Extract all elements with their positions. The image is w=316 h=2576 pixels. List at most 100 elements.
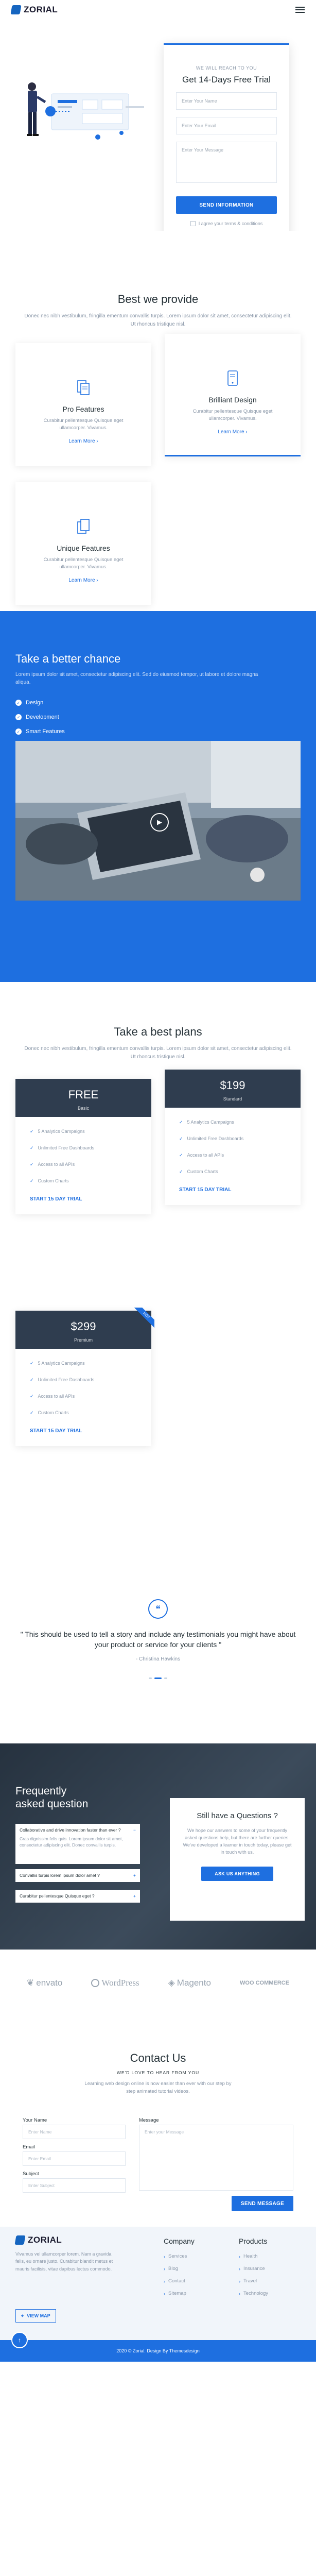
terms-label: I agree your terms & conditions <box>198 221 263 226</box>
trial-title: Get 14-Days Free Trial <box>182 75 271 84</box>
video-thumbnail[interactable]: ▶ <box>15 741 301 901</box>
arrow-up-icon[interactable]: ↑ <box>11 2332 28 2348</box>
plan-feature: ✓ 5 Analytics Campaigns <box>179 1119 234 1125</box>
plan-feature: ✓ Access to all APIs <box>30 1161 75 1167</box>
plan-name: Premium <box>74 1337 93 1343</box>
footer-link[interactable]: › Health <box>239 2253 257 2259</box>
plan-feature: ✓ Unlimited Free Dashboards <box>30 1377 95 1383</box>
check-icon: ✓ <box>30 1145 34 1150</box>
send-information-button[interactable]: SEND INFORMATION <box>176 196 277 214</box>
start-trial-link[interactable]: START 15 DAY TRIAL <box>15 1189 151 1214</box>
check-icon: ✓ <box>15 728 22 735</box>
footer-link[interactable]: › Blog <box>164 2266 178 2272</box>
check-icon: ✓ <box>30 1161 34 1167</box>
learn-more-link[interactable]: Learn More › <box>15 438 151 444</box>
chance-description: Lorem ipsum dolor sit amet, consectetur … <box>15 672 258 685</box>
faq-title: Frequently asked question <box>15 1785 89 1810</box>
plan-price: $299 <box>71 1320 96 1333</box>
features-description: Donec nec nibh vestibulum, fringilla eme… <box>24 313 292 327</box>
brand-magento: ◈ Magento <box>168 1978 211 1988</box>
brand-envato: ❦ envato <box>27 1978 63 1988</box>
feature-name: Brilliant Design <box>208 396 257 404</box>
plan-feature: ✓ Access to all APIs <box>179 1152 224 1158</box>
magento-icon: ◈ <box>168 1978 175 1988</box>
footer-link[interactable]: › Travel <box>239 2278 257 2284</box>
plan-header: $199 Standard <box>165 1070 301 1108</box>
plus-icon: + <box>133 1873 136 1878</box>
copy-icon <box>73 516 94 537</box>
minus-icon: − <box>133 1827 136 1833</box>
faq-section: Frequently asked question Collaborative … <box>0 1743 316 1950</box>
brand-logos: ❦ envato WordPress ◈ Magento WOO COMMERCE <box>0 1950 316 2016</box>
name-field[interactable]: Enter Your Name <box>176 92 277 110</box>
check-icon: ✓ <box>15 714 22 720</box>
play-icon[interactable]: ▶ <box>150 813 169 832</box>
faq-item[interactable]: Convallis turpis lorem ipsum dolor amet … <box>15 1869 140 1883</box>
plan-card-basic: FREE Basic ✓ 5 Analytics Campaigns ✓ Unlim… <box>15 1079 151 1214</box>
plan-feature: ✓ Unlimited Free Dashboards <box>30 1145 95 1151</box>
check-icon: ✓ <box>179 1119 183 1125</box>
footer-logo[interactable]: ZORIAL <box>14 2235 62 2245</box>
faq-item[interactable]: Curabitur pellentesque Quisque eget ? + <box>15 1890 140 1903</box>
chance-list: ✓ Design ✓ Development ✓ Smart Features <box>15 700 301 735</box>
better-chance-section: Take a better chance Lorem ipsum dolor s… <box>0 611 316 982</box>
copyright-text: 2020 © Zorial. Design By Themesdesign <box>116 2348 200 2353</box>
footer-about: Vivamus vel ullamcorper lorem. Nam a gra… <box>15 2251 113 2272</box>
wordpress-icon <box>91 1979 100 1987</box>
message-field[interactable]: Enter Your Message <box>176 142 277 183</box>
check-icon: ✓ <box>15 700 22 706</box>
free-trial-card: WE WILL REACH TO YOU Get 14-Days Free Tr… <box>164 43 289 252</box>
plans-description: Donec nec nibh vestibulum, fringilla eme… <box>24 1046 292 1060</box>
plan-header: $299 Premium <box>15 1311 151 1349</box>
contact-eyebrow: WE'D LOVE TO HEAR FROM YOU <box>116 2070 200 2075</box>
learn-more-link[interactable]: Learn More › <box>15 578 151 583</box>
footer-link[interactable]: › Contact <box>164 2278 185 2284</box>
plan-card-standard: $199 Standard ✓ 5 Analytics Campaigns ✓ Un… <box>165 1070 301 1205</box>
start-trial-link[interactable]: START 15 DAY TRIAL <box>165 1180 301 1205</box>
faq-item-open[interactable]: Collaborative and drive innovation faste… <box>15 1824 140 1864</box>
carousel-dots[interactable] <box>0 1677 316 1679</box>
chance-title: Take a better chance <box>15 652 121 665</box>
plans-section: Take a best plans Donec nec nibh vestibu… <box>0 982 316 1553</box>
send-message-button[interactable]: SEND MESSAGE <box>232 2196 293 2211</box>
plan-feature: ✓ Custom Charts <box>30 1178 69 1184</box>
logo-mark-icon <box>14 2235 26 2245</box>
view-map-button[interactable]: ⌖ VIEW MAP <box>15 2309 56 2323</box>
plan-name: Basic <box>77 1106 89 1111</box>
contact-email-input[interactable]: Enter Email <box>23 2151 126 2166</box>
email-field[interactable]: Enter Your Email <box>176 117 277 134</box>
start-trial-link[interactable]: START 15 DAY TRIAL <box>15 1421 151 1446</box>
contact-message-input[interactable]: Enter your Message <box>139 2125 293 2191</box>
logo[interactable]: ZORIAL <box>10 5 58 15</box>
features-section: Best we provide Donec nec nibh vestibulu… <box>0 231 316 611</box>
brand-wordpress: WordPress <box>91 1978 139 1988</box>
plan-name: Standard <box>223 1096 242 1101</box>
plan-ribbon: HOT <box>133 1308 154 1329</box>
footer-link[interactable]: › Sitemap <box>164 2291 186 2296</box>
footer-link[interactable]: › Technology <box>239 2291 268 2296</box>
feature-card-design: Brilliant Design Curabitur pellentesque … <box>165 334 301 456</box>
still-questions-card: Still have a Questions ? We hope our ans… <box>170 1798 305 1921</box>
feature-description: Curabitur pellentesque Quisque eget ulla… <box>192 409 273 422</box>
ask-anything-button[interactable]: ASK US ANYTHING <box>201 1866 273 1881</box>
contact-name-input[interactable]: Enter Name <box>23 2125 126 2139</box>
list-item: ✓ Development <box>15 714 301 720</box>
feature-card-pro: Pro Features Curabitur pellentesque Quis… <box>15 343 151 466</box>
footer-link[interactable]: › Services <box>164 2253 187 2259</box>
map-pin-icon: ⌖ <box>21 2313 24 2318</box>
check-icon: ✓ <box>30 1410 34 1415</box>
plan-feature: ✓ 5 Analytics Campaigns <box>30 1360 85 1366</box>
hamburger-menu-icon[interactable] <box>295 7 305 13</box>
learn-more-link[interactable]: Learn More › <box>165 429 301 435</box>
footer-link[interactable]: › Insurance <box>239 2266 265 2272</box>
terms-checkbox[interactable] <box>190 221 196 226</box>
site-footer: ZORIAL Vivamus vel ullamcorper lorem. Na… <box>0 2227 316 2340</box>
logo-text: ZORIAL <box>24 5 58 14</box>
message-label: Message <box>139 2117 159 2123</box>
brand-woocommerce: WOO COMMERCE <box>240 1980 289 1986</box>
leaf-icon: ❦ <box>27 1978 34 1988</box>
contact-subject-input[interactable]: Enter Subject <box>23 2178 126 2193</box>
testimonial-quote: " This should be used to tell a story an… <box>20 1630 296 1649</box>
plan-card-premium: HOT $299 Premium ✓ 5 Analytics Campaigns … <box>15 1308 154 1446</box>
site-header: ZORIAL <box>0 0 316 20</box>
